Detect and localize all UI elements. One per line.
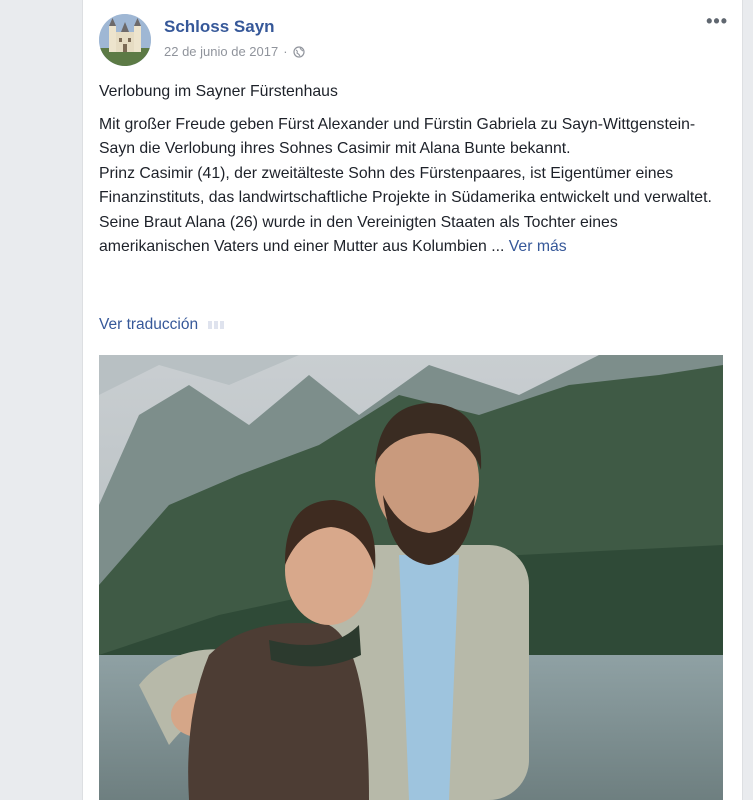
post-card: Schloss Sayn 22 de junio de 2017 · ••• V…: [82, 0, 743, 800]
post-paragraph-3: Seine Braut Alana (26) wurde in den Vere…: [99, 211, 729, 260]
see-more-link[interactable]: Ver más: [509, 238, 567, 255]
castle-image: [99, 14, 151, 66]
post-timestamp[interactable]: 22 de junio de 2017: [164, 44, 278, 59]
meta-separator: ·: [283, 44, 288, 59]
more-options-icon[interactable]: •••: [706, 12, 728, 30]
post-body: Verlobung im Sayner Fürstenhaus Mit groß…: [99, 80, 729, 260]
see-translation-link[interactable]: Ver traducción: [99, 316, 198, 334]
globe-icon[interactable]: [292, 45, 305, 58]
couple-photo-image: [99, 355, 723, 800]
post-title: Verlobung im Sayner Fürstenhaus: [99, 83, 338, 100]
post-paragraph-1: Mit großer Freude geben Fürst Alexander …: [99, 115, 696, 158]
page-name-link[interactable]: Schloss Sayn: [164, 17, 275, 37]
translate-link-row: Ver traducción: [99, 316, 225, 334]
post-paragraph-2: Prinz Casimir (41), der zweitälteste Soh…: [99, 164, 712, 207]
post-meta: 22 de junio de 2017 ·: [164, 44, 305, 59]
translation-rating-dots: [208, 321, 225, 329]
ellipsis: ...: [486, 238, 509, 255]
page-avatar[interactable]: [99, 14, 151, 66]
post-photo[interactable]: [99, 355, 723, 800]
